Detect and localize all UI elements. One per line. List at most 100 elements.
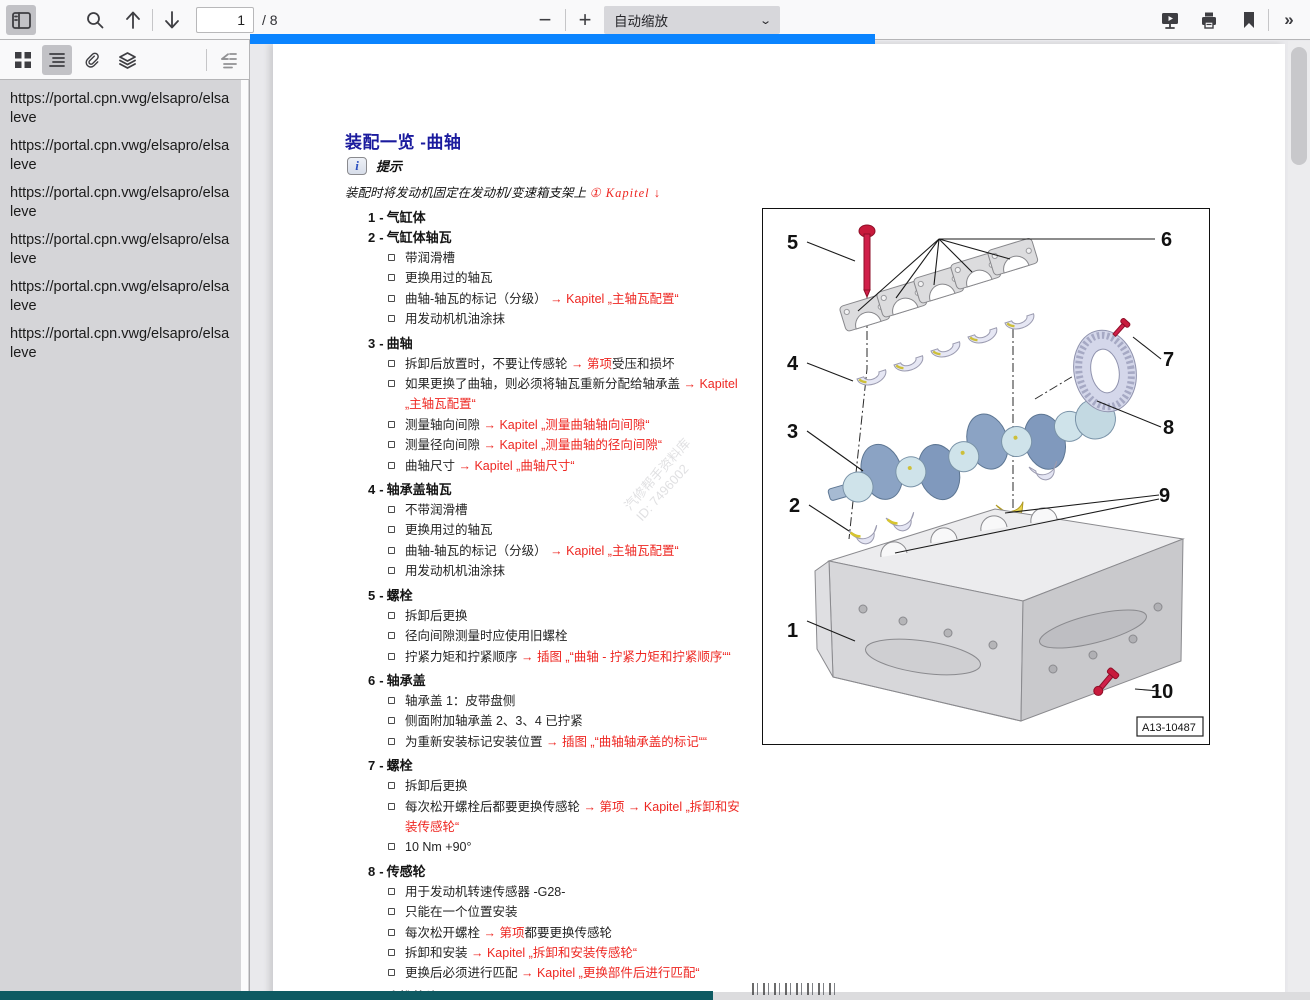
bullet-square-icon — [388, 526, 395, 533]
bullet-square-icon — [388, 843, 395, 850]
item-bullet: 拆卸和安装 → Kapitel „拆卸和安装传感轮“ — [345, 943, 745, 963]
item-heading: 8-传感轮 — [345, 865, 745, 878]
info-icon: i — [347, 157, 367, 175]
chapter-link[interactable]: → Kapitel „更换部件后进行匹配“ — [521, 966, 700, 980]
previous-page-button[interactable] — [118, 5, 148, 35]
current-view-bookmark-button[interactable] — [1234, 5, 1264, 35]
outline-item-link[interactable]: https://portal.cpn.vwg/elsapro/elsaleve — [10, 90, 238, 128]
layers-view-button[interactable] — [112, 45, 142, 75]
sidebar-outline-panel: https://portal.cpn.vwg/elsapro/elsaleve h… — [0, 80, 250, 1000]
pdf-viewer-area[interactable]: 装配一览 -曲轴 i 提示 装配时将发动机固定在发动机/变速箱支架上 ① Kap… — [251, 41, 1288, 1000]
item-bullet: 测量轴向间隙 → Kapitel „测量曲轴轴向间隙“ — [345, 415, 745, 435]
double-chevron-icon: » — [1284, 10, 1293, 30]
note-label: 提示 — [376, 156, 402, 175]
sidebar-scrollbar[interactable] — [241, 80, 248, 1000]
svg-text:1: 1 — [787, 620, 798, 642]
bullet-square-icon — [388, 697, 395, 704]
item-bullet: 用发动机机油涂抹 — [345, 561, 745, 581]
bullet-square-icon — [388, 274, 395, 281]
bullet-square-icon — [388, 506, 395, 513]
item-bullet: 带润滑槽 — [345, 248, 745, 268]
bullet-square-icon — [388, 908, 395, 915]
bullet-square-icon — [388, 441, 395, 448]
item-bullet: 曲轴尺寸 → Kapitel „曲轴尺寸“ — [345, 456, 745, 476]
current-outline-item-button[interactable] — [214, 45, 244, 75]
bullet-square-icon — [388, 738, 395, 745]
item-bullet: 如果更换了曲轴，则必须将轴瓦重新分配给轴承盖 → Kapitel „主轴瓦配置“ — [345, 374, 745, 415]
thumbnails-view-button[interactable] — [8, 45, 38, 75]
item-bullet: 测量径向间隙 → Kapitel „测量曲轴的径向间隙“ — [345, 435, 745, 455]
exploded-view-diagram: 1 2 3 4 5 6 7 8 9 10 A13-10487 — [762, 208, 1210, 745]
bullet-square-icon — [388, 315, 395, 322]
note-header: i 提示 — [347, 156, 402, 175]
chapter-link[interactable]: → Kapitel „测量曲轴的径向间隙“ — [483, 438, 662, 452]
item-bullet: 每次松开螺栓后都要更换传感轮 → 第项 → Kapitel „拆卸和安装传感轮“ — [345, 797, 745, 838]
vertical-scrollbar[interactable] — [1288, 41, 1310, 1000]
next-page-button[interactable] — [157, 5, 187, 35]
svg-text:5: 5 — [787, 232, 798, 254]
zoom-select[interactable]: 自动缩放 ⌄ — [604, 6, 780, 34]
scrollbar-thumb[interactable] — [1291, 47, 1307, 165]
item-bullet: 拧紧力矩和拧紧顺序 → 插图 „“曲轴 - 拧紧力矩和拧紧顺序““ — [345, 647, 745, 667]
toolbar-separator — [152, 9, 153, 31]
chapter-link[interactable]: → 插图 „“曲轴 - 拧紧力矩和拧紧顺序““ — [521, 650, 731, 664]
item-bullet: 为重新安装标记安装位置 → 插图 „“曲轴轴承盖的标记““ — [345, 732, 745, 752]
note-chapter-link[interactable]: ① Kapitel ↓ — [589, 186, 661, 200]
bullet-square-icon — [388, 949, 395, 956]
bullet-square-icon — [388, 612, 395, 619]
attachments-view-button[interactable] — [77, 45, 107, 75]
outline-icon — [48, 51, 66, 69]
item-bullet: 曲轴-轴瓦的标记（分级） → Kapitel „主轴瓦配置“ — [345, 541, 745, 561]
item-bullet: 更换用过的轴瓦 — [345, 268, 745, 288]
svg-text:4: 4 — [787, 353, 799, 375]
chevron-down-icon: ⌄ — [759, 14, 772, 27]
chapter-link[interactable]: → 第项 — [571, 357, 612, 371]
outline-item-link[interactable]: https://portal.cpn.vwg/elsapro/elsaleve — [10, 325, 238, 363]
svg-text:10: 10 — [1151, 681, 1173, 703]
zoom-out-button[interactable]: − — [530, 5, 560, 35]
sensor-wheel — [1067, 325, 1142, 417]
bullet-square-icon — [388, 547, 395, 554]
toolbar-separator — [1268, 9, 1269, 31]
presentation-mode-button[interactable] — [1155, 5, 1185, 35]
secondary-toolbar-toggle-button[interactable]: » — [1274, 5, 1304, 35]
bullet-square-icon — [388, 929, 395, 936]
toolbar-separator — [565, 9, 566, 31]
chapter-link[interactable]: → Kapitel „主轴瓦配置“ — [550, 292, 679, 306]
outline-item-link[interactable]: https://portal.cpn.vwg/elsapro/elsaleve — [10, 137, 238, 175]
item-bullet: 径向间隙测量时应使用旧螺栓 — [345, 626, 745, 646]
chapter-link[interactable]: → 第项 — [483, 926, 524, 940]
note-text: 装配时将发动机固定在发动机/变速箱支架上 ① Kapitel ↓ — [345, 182, 661, 201]
thumbnails-icon — [14, 51, 32, 69]
zoom-out-glyph: − — [539, 7, 552, 33]
figure-id-label: A13-10487 — [1142, 722, 1196, 734]
toggle-sidebar-button[interactable] — [6, 5, 36, 35]
item-bullet: 每次松开螺栓 → 第项都要更换传感轮 — [345, 923, 745, 943]
item-bullet: 更换用过的轴瓦 — [345, 520, 745, 540]
outline-item-link[interactable]: https://portal.cpn.vwg/elsapro/elsaleve — [10, 278, 238, 316]
print-button[interactable] — [1194, 5, 1224, 35]
print-icon — [1199, 10, 1219, 30]
page-title: 装配一览 -曲轴 — [345, 128, 461, 153]
bullet-square-icon — [388, 803, 395, 810]
layers-icon — [118, 51, 137, 70]
chapter-link[interactable]: → Kapitel „曲轴尺寸“ — [458, 459, 574, 473]
page-number-input[interactable] — [196, 7, 254, 33]
bookmark-icon — [1241, 10, 1257, 30]
find-button[interactable] — [80, 5, 110, 35]
chapter-link[interactable]: → Kapitel „拆卸和安装传感轮“ — [471, 946, 637, 960]
item-bullet: 10 Nm +90° — [345, 837, 745, 857]
chapter-link[interactable]: → Kapitel „测量曲轴轴向间隙“ — [483, 418, 649, 432]
item-bullet: 不带润滑槽 — [345, 500, 745, 520]
chapter-link[interactable]: → Kapitel „主轴瓦配置“ — [550, 544, 679, 558]
figure-id: A13-10487 — [1137, 717, 1203, 736]
outline-item-link[interactable]: https://portal.cpn.vwg/elsapro/elsaleve — [10, 184, 238, 222]
zoom-in-button[interactable]: + — [570, 5, 600, 35]
item-heading: 5-螺栓 — [345, 589, 745, 602]
bullet-square-icon — [388, 380, 395, 387]
outline-view-button[interactable] — [42, 45, 72, 75]
bullet-square-icon — [388, 254, 395, 261]
item-bullet: 更换后必须进行匹配 → Kapitel „更换部件后进行匹配“ — [345, 963, 745, 983]
chapter-link[interactable]: → 插图 „“曲轴轴承盖的标记““ — [546, 735, 707, 749]
outline-item-link[interactable]: https://portal.cpn.vwg/elsapro/elsaleve — [10, 231, 238, 269]
